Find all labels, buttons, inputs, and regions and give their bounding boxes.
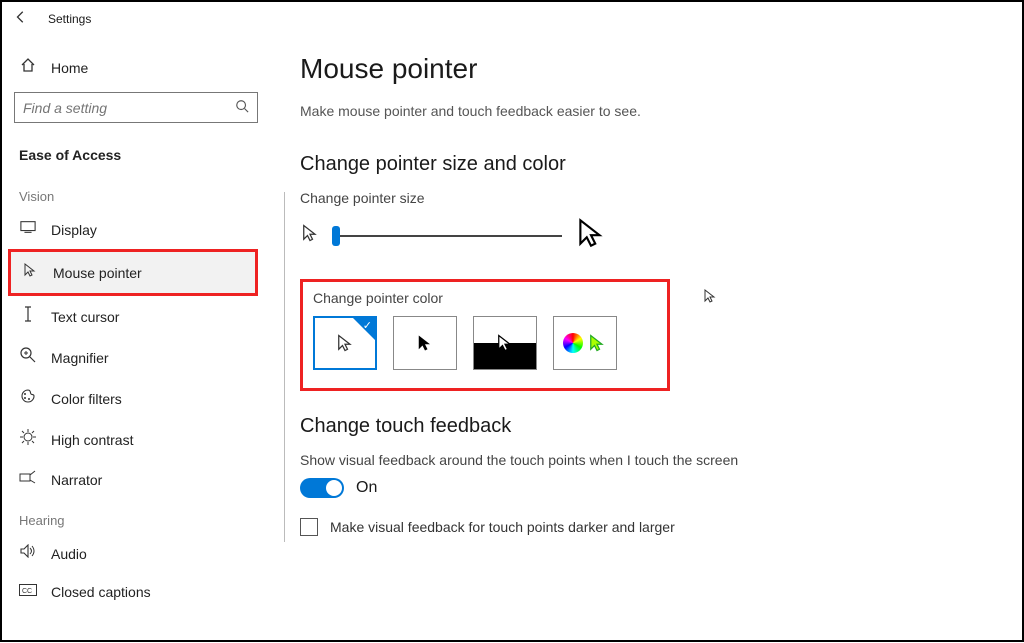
window-title: Settings (48, 12, 91, 26)
sidebar-category: Ease of Access (14, 137, 258, 175)
narrator-icon (19, 470, 37, 489)
monitor-icon (19, 220, 37, 239)
touch-darker-checkbox-row[interactable]: Make visual feedback for touch points da… (300, 518, 992, 536)
label-pointer-size: Change pointer size (300, 190, 992, 206)
sidebar-item-label: Narrator (51, 472, 102, 488)
label-pointer-color: Change pointer color (313, 290, 657, 306)
sidebar-item-high-contrast[interactable]: High contrast (14, 419, 258, 460)
pointer-size-slider[interactable] (332, 235, 562, 237)
cursor-icon (702, 288, 718, 309)
sidebar-item-display[interactable]: Display (14, 210, 258, 249)
home-icon (19, 57, 37, 78)
main-content: Mouse pointer Make mouse pointer and tou… (270, 35, 1022, 643)
search-input[interactable] (23, 100, 235, 116)
pointer-color-white[interactable]: ✓ (313, 316, 377, 370)
toggle-on-label: On (356, 479, 377, 497)
sidebar-item-label: Text cursor (51, 309, 119, 325)
sidebar-item-label: Display (51, 222, 97, 238)
pointer-small-icon (300, 223, 320, 248)
audio-icon (19, 544, 37, 563)
sidebar-item-color-filters[interactable]: Color filters (14, 378, 258, 419)
sidebar-item-label: Mouse pointer (53, 265, 142, 281)
sidebar-item-closed-captions[interactable]: CC Closed captions (14, 573, 258, 611)
section-size-color: Change pointer size and color (300, 153, 992, 176)
sidebar-item-label: Magnifier (51, 350, 109, 366)
touch-description: Show visual feedback around the touch po… (300, 452, 992, 468)
pointer-color-options: ✓ (313, 316, 657, 370)
sidebar-item-magnifier[interactable]: Magnifier (14, 337, 258, 378)
contrast-icon (19, 429, 37, 450)
magnifier-icon (19, 347, 37, 368)
sidebar-item-label: Closed captions (51, 584, 151, 600)
titlebar: Settings (2, 2, 1022, 35)
sidebar-home[interactable]: Home (14, 47, 258, 88)
sidebar-item-label: Color filters (51, 391, 122, 407)
pointer-color-custom[interactable] (553, 316, 617, 370)
pointer-size-slider-row (300, 216, 992, 255)
cc-icon: CC (19, 583, 37, 601)
back-icon[interactable] (14, 10, 28, 27)
page-subtitle: Make mouse pointer and touch feedback ea… (300, 103, 992, 119)
sidebar-item-label: Audio (51, 546, 87, 562)
sidebar: Home Ease of Access Vision Display Mouse… (2, 35, 270, 643)
page-title: Mouse pointer (300, 53, 992, 85)
text-cursor-icon (19, 306, 37, 327)
sidebar-item-mouse-pointer[interactable]: Mouse pointer (8, 249, 258, 296)
section-touch-feedback: Change touch feedback (300, 415, 992, 438)
sidebar-item-text-cursor[interactable]: Text cursor (14, 296, 258, 337)
sidebar-item-audio[interactable]: Audio (14, 534, 258, 573)
pointer-large-icon (574, 216, 608, 255)
touch-feedback-toggle-row: On (300, 478, 992, 498)
pointer-color-black[interactable] (393, 316, 457, 370)
checkbox-label: Make visual feedback for touch points da… (330, 519, 675, 535)
pointer-color-inverted[interactable] (473, 316, 537, 370)
palette-icon (19, 388, 37, 409)
slider-thumb[interactable] (332, 226, 340, 246)
touch-darker-checkbox[interactable] (300, 518, 318, 536)
search-box[interactable] (14, 92, 258, 123)
search-icon (235, 99, 249, 116)
touch-feedback-toggle[interactable] (300, 478, 344, 498)
svg-text:CC: CC (22, 588, 32, 595)
sidebar-home-label: Home (51, 60, 88, 76)
sidebar-group-vision: Vision (14, 175, 258, 210)
sidebar-group-hearing: Hearing (14, 499, 258, 534)
pointer-color-section: Change pointer color ✓ (300, 279, 670, 391)
sidebar-item-narrator[interactable]: Narrator (14, 460, 258, 499)
sidebar-item-label: High contrast (51, 432, 133, 448)
mouse-pointer-icon (21, 262, 39, 283)
divider (284, 192, 285, 542)
